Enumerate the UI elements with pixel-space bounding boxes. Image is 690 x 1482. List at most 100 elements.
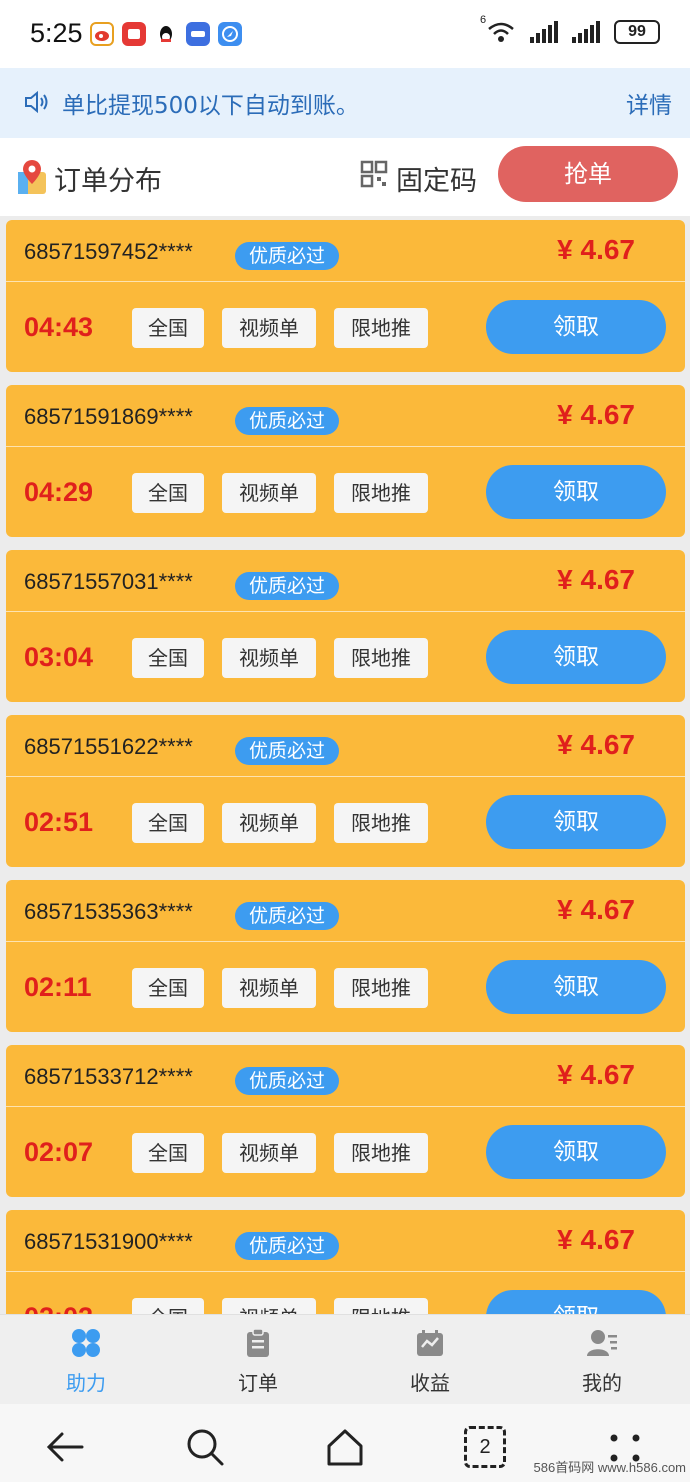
order-card-header: 68571557031**** 优质必过 ¥ 4.67	[6, 550, 685, 612]
tag-region: 全国	[132, 638, 204, 678]
bottom-tab-bar: 助力 订单 收益 我的	[0, 1314, 690, 1404]
order-price: ¥ 4.67	[557, 729, 635, 760]
grid-icon	[72, 1329, 100, 1357]
tag-type: 视频单	[222, 1298, 316, 1314]
tab-earnings[interactable]: 收益	[344, 1315, 516, 1405]
signal-strength-icon	[530, 21, 558, 43]
claim-button[interactable]: 领取	[486, 1290, 666, 1314]
tab-orders[interactable]: 订单	[172, 1315, 344, 1405]
tag-region: 全国	[132, 803, 204, 843]
qr-code-icon[interactable]	[360, 160, 388, 188]
tag-region: 全国	[132, 473, 204, 513]
quality-badge: 优质必过	[235, 572, 340, 600]
order-number: 68571591869****	[24, 404, 193, 429]
home-icon[interactable]	[324, 1426, 366, 1468]
order-toolbar: 订单分布 固定码 抢单	[0, 138, 690, 216]
tab-assist[interactable]: 助力	[0, 1315, 172, 1405]
order-price: ¥ 4.67	[557, 894, 635, 925]
order-card: 68571531900**** 优质必过 ¥ 4.67 02:02 全国 视频单…	[6, 1210, 685, 1314]
watermark: 586首码网 www.h586.com	[533, 1460, 686, 1475]
order-price: ¥ 4.67	[557, 564, 635, 595]
tag-region: 全国	[132, 1298, 204, 1314]
profile-icon	[587, 1330, 617, 1356]
order-card: 68571591869**** 优质必过 ¥ 4.67 04:29 全国 视频单…	[6, 385, 685, 537]
claim-button[interactable]: 领取	[486, 795, 666, 849]
order-number: 68571531900****	[24, 1229, 193, 1254]
quality-badge: 优质必过	[235, 407, 340, 435]
order-number: 68571533712****	[24, 1064, 193, 1089]
claim-button[interactable]: 领取	[486, 465, 666, 519]
quality-badge: 优质必过	[235, 242, 340, 270]
notice-details-link[interactable]: 详情	[626, 86, 672, 120]
quality-badge: 优质必过	[235, 737, 340, 765]
battery-indicator: 99	[614, 20, 660, 44]
tab-earnings-label: 收益	[410, 1371, 450, 1395]
quality-badge: 优质必过	[235, 1232, 340, 1260]
order-card: 68571551622**** 优质必过 ¥ 4.67 02:51 全国 视频单…	[6, 715, 685, 867]
claim-button[interactable]: 领取	[486, 300, 666, 354]
tag-region: 全国	[132, 968, 204, 1008]
status-indicators: 6 99	[480, 14, 660, 44]
order-card: 68571535363**** 优质必过 ¥ 4.67 02:11 全国 视频单…	[6, 880, 685, 1032]
order-number: 68571597452****	[24, 239, 193, 264]
order-number: 68571551622****	[24, 734, 193, 759]
weibo-icon	[90, 22, 114, 46]
order-card: 68571533712**** 优质必过 ¥ 4.67 02:07 全国 视频单…	[6, 1045, 685, 1197]
quality-badge: 优质必过	[235, 1067, 340, 1095]
fixed-qr-code-label[interactable]: 固定码	[396, 159, 477, 198]
order-card-header: 68571597452**** 优质必过 ¥ 4.67	[6, 220, 685, 282]
countdown-timer: 02:02	[24, 1302, 93, 1314]
tag-restriction: 限地推	[334, 473, 428, 513]
tag-region: 全国	[132, 308, 204, 348]
page-title: 订单分布	[54, 166, 162, 197]
order-card-header: 68571591869**** 优质必过 ¥ 4.67	[6, 385, 685, 447]
system-navigation-bar: 2 586首码网 www.h586.com	[0, 1404, 690, 1482]
earnings-icon	[417, 1330, 443, 1356]
tag-type: 视频单	[222, 1133, 316, 1173]
order-price: ¥ 4.67	[557, 399, 635, 430]
back-icon[interactable]	[44, 1426, 86, 1468]
tag-region: 全国	[132, 1133, 204, 1173]
order-card-header: 68571535363**** 优质必过 ¥ 4.67	[6, 880, 685, 942]
search-icon[interactable]	[184, 1426, 226, 1468]
notice-banner: 单比提现500以下自动到账。 详情	[0, 68, 690, 138]
claim-button[interactable]: 领取	[486, 1125, 666, 1179]
tag-restriction: 限地推	[334, 803, 428, 843]
order-card-header: 68571531900**** 优质必过 ¥ 4.67	[6, 1210, 685, 1272]
qq-icon	[154, 22, 178, 46]
grab-order-button[interactable]: 抢单	[498, 146, 678, 202]
tag-type: 视频单	[222, 308, 316, 348]
order-number: 68571557031****	[24, 569, 193, 594]
countdown-timer: 03:04	[24, 642, 94, 672]
tab-orders-label: 订单	[238, 1371, 278, 1395]
order-card: 68571557031**** 优质必过 ¥ 4.67 03:04 全国 视频单…	[6, 550, 685, 702]
tabs-switcher-button[interactable]: 2	[464, 1426, 506, 1468]
wifi-icon: 6	[480, 14, 516, 44]
blue-app-icon	[186, 22, 210, 46]
speaker-icon	[25, 90, 48, 114]
tag-restriction: 限地推	[334, 1133, 428, 1173]
tag-type: 视频单	[222, 473, 316, 513]
countdown-timer: 04:29	[24, 477, 94, 507]
tag-type: 视频单	[222, 638, 316, 678]
clipboard-icon	[247, 1328, 269, 1357]
countdown-timer: 04:43	[24, 312, 94, 342]
order-price: ¥ 4.67	[557, 234, 635, 265]
wifi-label: 6	[480, 14, 487, 26]
status-bar: 5:25 6 99	[0, 0, 690, 68]
status-time: 5:25	[30, 18, 83, 48]
tag-restriction: 限地推	[334, 1298, 428, 1314]
order-card: 68571597452**** 优质必过 ¥ 4.67 04:43 全国 视频单…	[6, 220, 685, 372]
order-card-header: 68571533712**** 优质必过 ¥ 4.67	[6, 1045, 685, 1107]
tag-type: 视频单	[222, 803, 316, 843]
claim-button[interactable]: 领取	[486, 960, 666, 1014]
order-number: 68571535363****	[24, 899, 193, 924]
notice-text: 单比提现500以下自动到账。	[62, 93, 359, 119]
navigation-app-icon	[218, 22, 242, 46]
claim-button[interactable]: 领取	[486, 630, 666, 684]
tab-profile[interactable]: 我的	[516, 1315, 688, 1405]
map-pin-icon	[18, 160, 46, 194]
countdown-timer: 02:51	[24, 807, 94, 837]
countdown-timer: 02:11	[24, 972, 92, 1002]
signal-strength-icon-2	[572, 21, 600, 43]
